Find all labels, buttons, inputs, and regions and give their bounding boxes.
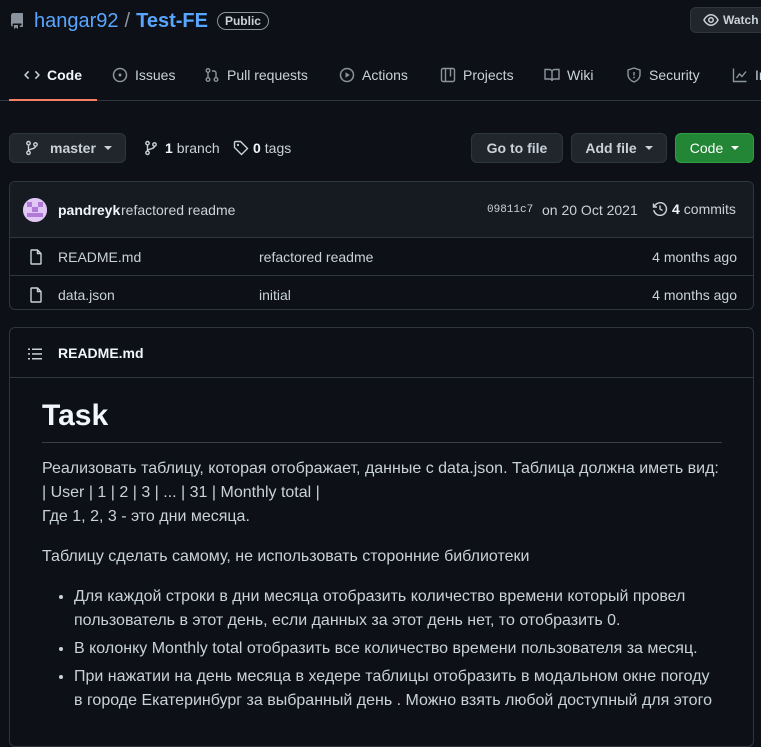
branch-word: branch <box>176 140 220 156</box>
tab-wiki[interactable]: Wiki <box>544 50 593 100</box>
tab-code[interactable]: Code <box>9 50 97 101</box>
file-icon <box>30 249 42 265</box>
paragraph-line: Реализовать таблицу, которая отображает,… <box>42 460 719 477</box>
file-icon <box>30 287 42 303</box>
code-button[interactable]: Code <box>675 133 754 163</box>
go-to-file-button[interactable]: Go to file <box>471 133 563 163</box>
project-icon <box>440 67 456 83</box>
tab-pull-requests-label: Pull requests <box>227 67 308 83</box>
commit-sha[interactable]: 09811c7 <box>487 204 533 216</box>
add-file-label: Add file <box>585 140 637 156</box>
latest-commit-bar: pandreyk refactored readme 09811c7 on 20… <box>10 182 753 238</box>
commit-count: 4 <box>672 201 680 217</box>
chevron-down-icon <box>103 146 112 150</box>
commit-author[interactable]: pandreyk <box>58 202 120 218</box>
list-item: Для каждой строки в дни месяца отобразит… <box>74 585 722 633</box>
tag-word: tags <box>264 140 292 156</box>
list-item: При нажатии на день месяца в хедере табл… <box>74 665 722 713</box>
go-to-file-label: Go to file <box>486 140 548 156</box>
readme-paragraph: Реализовать таблицу, которая отображает,… <box>42 457 722 529</box>
tab-insights-label: In <box>755 67 761 83</box>
chevron-down-icon <box>731 146 740 150</box>
file-row-readme[interactable]: README.md refactored readme 4 months ago <box>10 238 753 276</box>
branch-count: 1 <box>165 140 173 156</box>
list-icon[interactable] <box>27 346 43 362</box>
shield-icon <box>627 67 641 83</box>
readme-filename[interactable]: README.md <box>58 345 144 361</box>
tag-count: 0 <box>253 140 261 156</box>
tab-actions-label: Actions <box>362 67 408 83</box>
tab-projects[interactable]: Projects <box>440 50 514 100</box>
readme-bullet-list: Для каждой строки в дни месяца отобразит… <box>42 585 722 713</box>
commit-message[interactable]: refactored readme <box>121 202 235 218</box>
tag-icon <box>233 140 249 156</box>
tags-link[interactable]: 0 tags <box>233 140 291 156</box>
pull-request-icon <box>205 68 219 82</box>
avatar[interactable] <box>23 198 47 222</box>
code-button-label: Code <box>689 140 724 156</box>
identicon-icon <box>23 198 47 222</box>
readme-content: Task Реализовать таблицу, которая отобра… <box>42 398 722 717</box>
paragraph-line: Где 1, 2, 3 - это дни месяца. <box>42 508 250 525</box>
file-commit-message[interactable]: initial <box>259 287 291 303</box>
tab-projects-label: Projects <box>463 67 514 83</box>
file-name[interactable]: data.json <box>58 287 115 303</box>
tab-code-label: Code <box>47 67 82 83</box>
repo-name-link[interactable]: Test-FE <box>136 10 208 33</box>
code-icon <box>24 71 40 79</box>
add-file-button[interactable]: Add file <box>571 133 667 163</box>
visibility-badge: Public <box>216 12 269 30</box>
tab-wiki-label: Wiki <box>567 67 594 83</box>
commit-date: on 20 Oct 2021 <box>542 202 638 218</box>
paragraph-line: | User | 1 | 2 | 3 | ... | 31 | Monthly … <box>42 484 320 501</box>
readme-paragraph: Таблицу сделать самому, не использовать … <box>42 548 530 565</box>
tab-issues[interactable]: Issues <box>112 50 175 100</box>
tab-pull-requests[interactable]: Pull requests <box>204 50 308 100</box>
tab-insights[interactable]: In <box>732 50 761 100</box>
repo-header: hangar92 / Test-FE Public <box>9 8 269 34</box>
file-age: 4 months ago <box>652 287 737 303</box>
readme-panel: README.md Task Реализовать таблицу, кото… <box>9 327 754 747</box>
repo-separator: / <box>124 9 131 32</box>
commits-link[interactable]: 4 commits <box>652 201 736 217</box>
branch-label: master <box>50 140 96 156</box>
repo-owner-link[interactable]: hangar92 <box>34 10 119 33</box>
readme-heading: Task <box>42 398 722 443</box>
history-icon <box>652 202 668 217</box>
issue-icon <box>112 67 128 83</box>
file-name[interactable]: README.md <box>58 249 141 265</box>
chevron-down-icon <box>644 146 653 150</box>
tab-actions[interactable]: Actions <box>339 50 408 100</box>
file-browser: pandreyk refactored readme 09811c7 on 20… <box>9 181 754 310</box>
repo-icon <box>10 13 23 29</box>
list-item: В колонку Monthly total отобразить все к… <box>74 637 722 661</box>
branch-icon <box>26 140 38 156</box>
eye-icon <box>703 14 719 26</box>
readme-header: README.md <box>10 328 753 378</box>
branch-icon <box>145 140 157 156</box>
commit-word: commits <box>683 201 736 217</box>
watch-button[interactable]: Watch <box>690 7 761 33</box>
file-row-data-json[interactable]: data.json initial 4 months ago <box>10 276 753 309</box>
branch-selector-button[interactable]: master <box>9 133 126 163</box>
graph-icon <box>732 68 747 83</box>
tab-issues-label: Issues <box>135 67 176 83</box>
file-age: 4 months ago <box>652 249 737 265</box>
book-icon <box>544 68 560 82</box>
branches-link[interactable]: 1 branch <box>143 140 220 156</box>
repo-tabs: Code Issues Pull requests Actions Projec… <box>0 50 761 101</box>
watch-label: Watch <box>723 13 759 27</box>
file-commit-message[interactable]: refactored readme <box>259 249 373 265</box>
tab-security-label: Security <box>649 67 700 83</box>
play-icon <box>339 67 355 83</box>
tab-security[interactable]: Security <box>626 50 700 100</box>
